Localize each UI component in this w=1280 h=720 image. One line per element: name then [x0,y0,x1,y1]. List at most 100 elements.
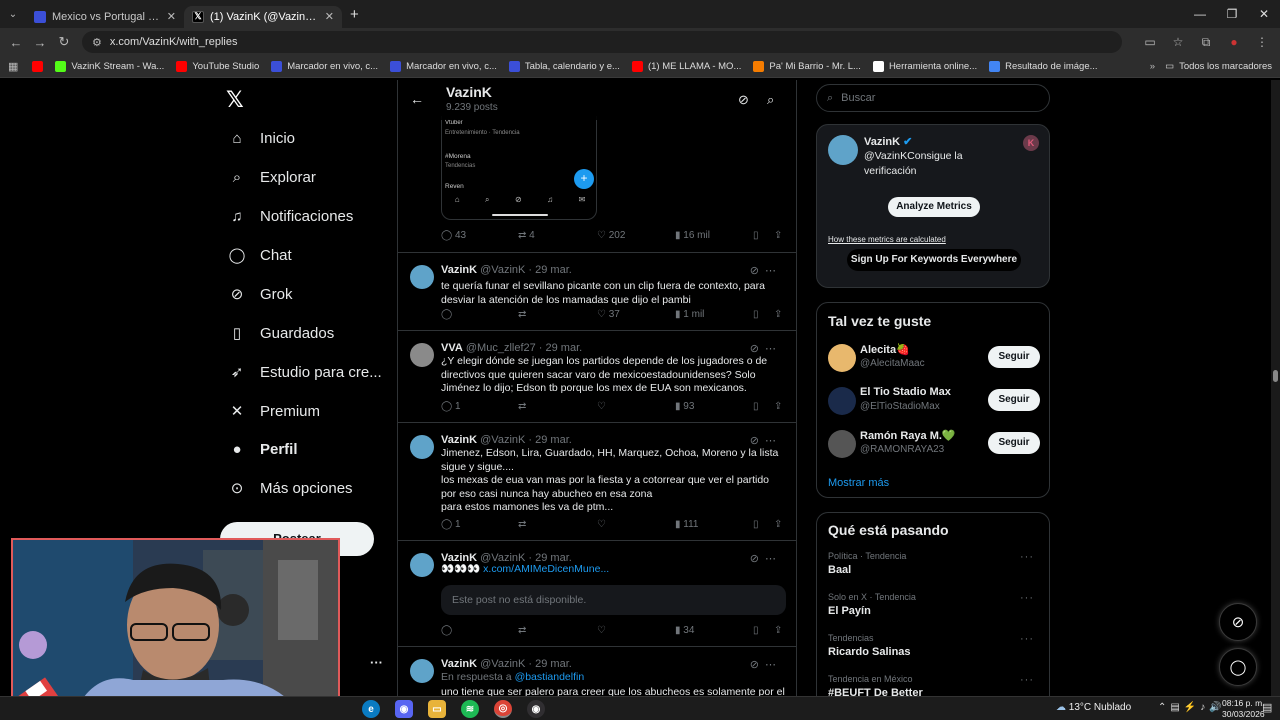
scrollbar-thumb[interactable] [1273,370,1278,382]
share-icon[interactable]: ⇪ [774,519,782,530]
nav-item-person[interactable]: ● Perfil [220,430,297,468]
follow-button[interactable]: Seguir [988,346,1040,368]
bookmark-icon[interactable]: ▯ [753,401,759,412]
grok-icon[interactable]: ⊘ [738,92,749,108]
avatar[interactable] [410,265,434,289]
reply-icon[interactable]: ◯ 1 [441,519,461,530]
nav-item-search[interactable]: ⌕ Explorar [220,158,316,196]
grok-floating-button[interactable]: ⊘ [1219,603,1257,641]
chrome-icon[interactable]: ◎ [494,700,512,718]
bookmark-item[interactable] [26,56,49,78]
bookmark-item[interactable]: Marcador en vivo, c... [384,56,503,78]
views-icon[interactable]: ▮ 16 mil [675,230,710,241]
weather-widget[interactable]: ☁ 13°C Nublado [1056,702,1131,713]
repost-icon[interactable]: ⇄ [518,625,526,636]
tweet[interactable]: VazinK @VazinK · 29 mar. ⊘⋯ 👀👀👀 x.com/AM… [398,540,796,646]
show-more-link[interactable]: Mostrar más [828,477,889,489]
restore-icon[interactable]: ❐ [1216,0,1248,28]
views-icon[interactable]: ▮ 34 [675,625,694,636]
close-window-icon[interactable]: ✕ [1248,0,1280,28]
page-scrollbar[interactable] [1271,80,1280,696]
nav-item-rocket[interactable]: ➶ Estudio para cre... [220,353,382,391]
bookmark-icon[interactable]: ▯ [753,230,759,241]
discord-icon[interactable]: ◉ [395,700,413,718]
trend-more-icon[interactable]: ··· [1020,551,1034,563]
bookmark-icon[interactable]: ▯ [753,309,759,320]
tab-vazink-x[interactable]: 𝕏 (1) VazinK (@VazinK) / X ✕ [184,5,342,28]
tweet[interactable]: VVA @Muc_zllef27 · 29 mar. ⊘⋯ ¿Y elegir … [398,330,796,422]
notifications-icon[interactable]: ▤ [1262,701,1272,714]
apps-icon[interactable]: ▦ [6,60,26,73]
reply-to-link[interactable]: @bastiandelfin [515,671,585,683]
suggestion-item[interactable]: Alecita🍓 @AlecitaMaac Seguir [828,343,1040,373]
avatar[interactable] [828,344,856,372]
bookmark-item[interactable]: Pa' Mi Barrio - Mr. L... [747,56,867,78]
share-icon[interactable]: ⇪ [774,401,782,412]
account-more-icon[interactable]: ··· [370,655,383,670]
suggestion-item[interactable]: Ramón Raya M.💚 @RAMONRAYA23 Seguir [828,429,1040,459]
bookmark-icon[interactable]: ▯ [753,625,759,636]
clock[interactable]: 08:16 p. m. 30/03/2026 [1222,698,1265,720]
spotify-icon[interactable]: ≋ [461,700,479,718]
keywords-everywhere-icon[interactable]: K [1023,135,1039,151]
repost-icon[interactable]: ⇄ [518,401,526,412]
nav-item-more-circle[interactable]: ⊙ Más opciones [220,469,353,507]
star-icon[interactable]: ☆ [1166,35,1190,50]
like-icon[interactable]: ♡ [597,401,606,412]
bookmarks-overflow-icon[interactable]: » [1150,61,1155,72]
tab-mexico-portugal[interactable]: Mexico vs Portugal resultados e ✕ [26,6,184,28]
nav-item-chat[interactable]: ◯ Chat [220,236,292,274]
avatar[interactable] [828,387,856,415]
all-bookmarks[interactable]: ▭ Todos los marcadores [1165,61,1272,72]
grok-more-icons[interactable]: ⊘⋯ [750,342,782,355]
bookmark-item[interactable]: Marcador en vivo, c... [265,56,384,78]
avatar[interactable] [828,430,856,458]
trend-item[interactable]: Tendencias Ricardo Salinas ··· [828,633,1040,658]
grok-more-icons[interactable]: ⊘⋯ [750,264,782,277]
tweet-link[interactable]: x.com/AMIMeDicenMune... [483,563,609,575]
extensions-icon[interactable]: ⧉ [1194,35,1218,50]
repost-icon[interactable]: ⇄ 4 [518,230,535,241]
like-icon[interactable]: ♡ [597,519,606,530]
file-explorer-icon[interactable]: ▭ [428,700,446,718]
system-tray-icons[interactable]: ⌃▤⚡♪🔊 [1158,702,1226,713]
x-logo-icon[interactable]: 𝕏 [226,88,244,113]
reply-icon[interactable]: ◯ [441,309,452,320]
menu-icon[interactable]: ⋮ [1250,35,1274,50]
avatar[interactable] [828,135,858,165]
minimize-icon[interactable]: — [1184,0,1216,28]
tweet[interactable]: VazinK @VazinK · 29 mar. ⊘⋯ te quería fu… [398,252,796,330]
signup-keywords-button[interactable]: Sign Up For Keywords Everywhere [847,249,1021,271]
repost-icon[interactable]: ⇄ [518,309,526,320]
reply-icon[interactable]: ◯ [441,625,452,636]
trend-item[interactable]: Política · Tendencia Baal ··· [828,551,1040,576]
tweet[interactable]: VazinK @VazinK · 29 mar. ⊘⋯ Jimenez, Eds… [398,422,796,540]
views-icon[interactable]: ▮ 111 [675,519,698,530]
share-icon[interactable]: ⇪ [774,625,782,636]
like-icon[interactable]: ♡ 37 [597,309,620,320]
bookmark-item[interactable]: Herramienta online... [867,56,983,78]
suggestion-item[interactable]: El Tio Stadio Max @ElTioStadioMax Seguir [828,386,1040,416]
follow-button[interactable]: Seguir [988,389,1040,411]
tab-close-icon[interactable]: ✕ [325,10,334,23]
forward-icon[interactable]: → [28,35,52,50]
back-icon[interactable]: ← [4,35,28,50]
nav-item-x-premium[interactable]: ✕ Premium [220,392,320,430]
messages-floating-button[interactable]: ◯ [1219,648,1257,686]
like-icon[interactable]: ♡ [597,625,606,636]
tab-close-icon[interactable]: ✕ [167,10,176,23]
edge-icon[interactable]: e [362,700,380,718]
analyze-metrics-button[interactable]: Analyze Metrics [888,197,980,217]
url-field[interactable]: ⚙ x.com/VazinK/with_replies [82,31,1122,53]
reply-icon[interactable]: ◯ 1 [441,401,461,412]
obs-icon[interactable]: ◉ [527,700,545,718]
avatar[interactable] [410,659,434,683]
avatar[interactable] [410,435,434,459]
search-icon[interactable]: ⌕ [767,92,774,108]
search-input[interactable]: ⌕ Buscar [816,84,1050,112]
trend-more-icon[interactable]: ··· [1020,674,1034,686]
profile-icon[interactable]: ● [1222,35,1246,50]
share-icon[interactable]: ⇪ [774,309,782,320]
nav-item-bookmark[interactable]: ▯ Guardados [220,314,334,352]
how-metrics-link[interactable]: How these metrics are calculated [828,235,946,244]
